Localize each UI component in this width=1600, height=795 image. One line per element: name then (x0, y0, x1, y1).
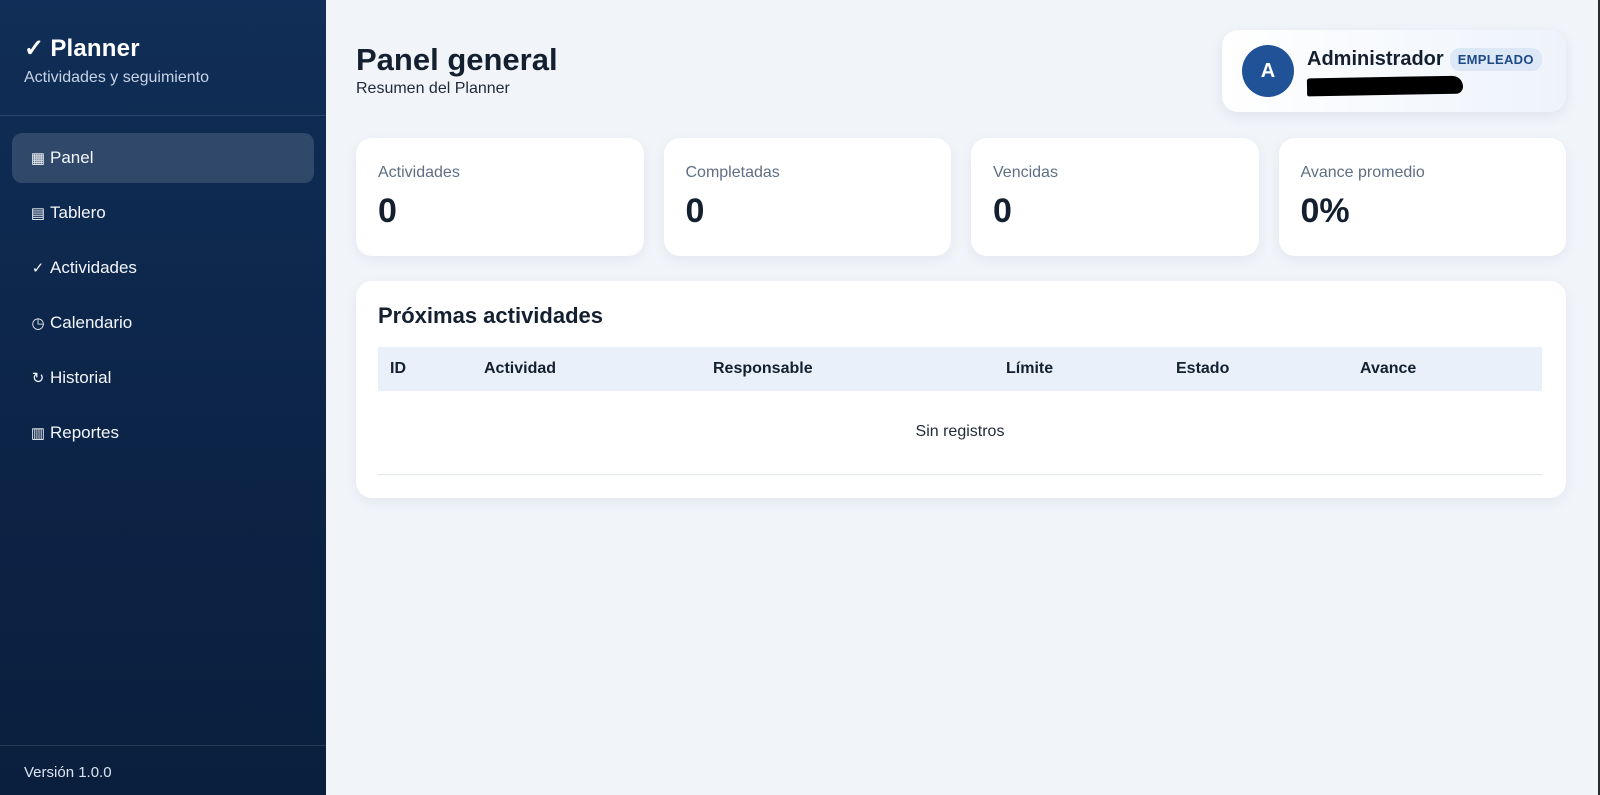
check-logo-icon: ✓ (24, 35, 45, 62)
stat-card-vencidas: Vencidas 0 (971, 138, 1259, 256)
column-header-avance[interactable]: Avance (1348, 347, 1542, 391)
stat-label: Avance promedio (1300, 164, 1425, 181)
stat-card-avance: Avance promedio 0% (1278, 138, 1566, 256)
app-title[interactable]: ✓ Planner (24, 34, 302, 63)
column-header-responsable[interactable]: Responsable (701, 347, 994, 391)
column-header-id[interactable]: ID (378, 347, 472, 391)
page-title: Panel general (356, 42, 558, 77)
sidebar-nav: ▦ Panel ▤ Tablero ✓ Actividades ◷ Calend… (0, 116, 326, 458)
user-card[interactable]: A Administrador EMPLEADO (1222, 30, 1566, 112)
sidebar-item-label: Reportes (50, 423, 119, 442)
user-row: Administrador EMPLEADO (1307, 47, 1542, 71)
sidebar-item-label: Actividades (50, 258, 137, 277)
sidebar-item-label: Tablero (50, 203, 106, 222)
redacted-email (1306, 75, 1464, 96)
report-icon: ▥ (30, 425, 46, 442)
activities-table: ID Actividad Responsable Límite Estado A… (378, 347, 1542, 475)
stat-card-actividades: Actividades 0 (356, 138, 644, 256)
clock-icon: ◷ (31, 315, 45, 332)
column-header-actividad[interactable]: Actividad (472, 347, 701, 391)
board-icon: ▤ (30, 205, 46, 222)
stats-row: Actividades 0 Completadas 0 Vencidas 0 A… (356, 138, 1566, 256)
stat-card-completadas: Completadas 0 (663, 138, 951, 256)
upcoming-activities-panel: Próximas actividades ID Actividad Respon… (356, 281, 1566, 498)
sidebar-item-actividades[interactable]: ✓ Actividades (12, 243, 314, 293)
sidebar-item-reportes[interactable]: ▥ Reportes (12, 408, 314, 458)
sidebar-item-label: Calendario (50, 313, 133, 332)
stat-value: 0 (993, 192, 1012, 230)
main-content: Panel general Resumen del Planner A Admi… (326, 0, 1600, 795)
table-row: Sin registros (378, 391, 1542, 475)
brand: ✓ Planner Actividades y seguimiento (0, 0, 326, 116)
sidebar-item-label: Panel (50, 148, 94, 167)
stat-label: Vencidas (993, 164, 1058, 181)
grid-icon: ▦ (30, 150, 46, 167)
avatar: A (1242, 45, 1294, 97)
stat-label: Completadas (685, 164, 780, 181)
sidebar-item-panel[interactable]: ▦ Panel (12, 133, 314, 183)
table-header-row: ID Actividad Responsable Límite Estado A… (378, 347, 1542, 391)
column-header-limite[interactable]: Límite (994, 347, 1164, 391)
stat-label: Actividades (378, 164, 460, 181)
version-label: Versión 1.0.0 (0, 745, 326, 795)
stat-value: 0 (685, 192, 705, 230)
sidebar: ✓ Planner Actividades y seguimiento ▦ Pa… (0, 0, 326, 795)
app-title-text: Planner (50, 34, 140, 62)
app-subtitle: Actividades y seguimiento (24, 69, 209, 86)
page-subtitle: Resumen del Planner (356, 80, 510, 97)
sidebar-item-tablero[interactable]: ▤ Tablero (12, 188, 314, 238)
user-name: Administrador (1307, 47, 1444, 70)
sidebar-item-historial[interactable]: ↻ Historial (12, 353, 314, 403)
sidebar-item-label: Historial (50, 368, 112, 387)
column-header-estado[interactable]: Estado (1164, 347, 1348, 391)
sidebar-item-calendario[interactable]: ◷ Calendario (12, 298, 314, 348)
stat-value: 0% (1300, 192, 1350, 230)
check-icon: ✓ (31, 260, 45, 277)
stat-value: 0 (378, 192, 397, 230)
user-info: Administrador EMPLEADO (1306, 47, 1542, 96)
refresh-icon: ↻ (31, 370, 45, 387)
empty-state: Sin registros (378, 391, 1542, 475)
role-badge: EMPLEADO (1449, 47, 1542, 71)
panel-title: Próximas actividades (378, 303, 604, 328)
